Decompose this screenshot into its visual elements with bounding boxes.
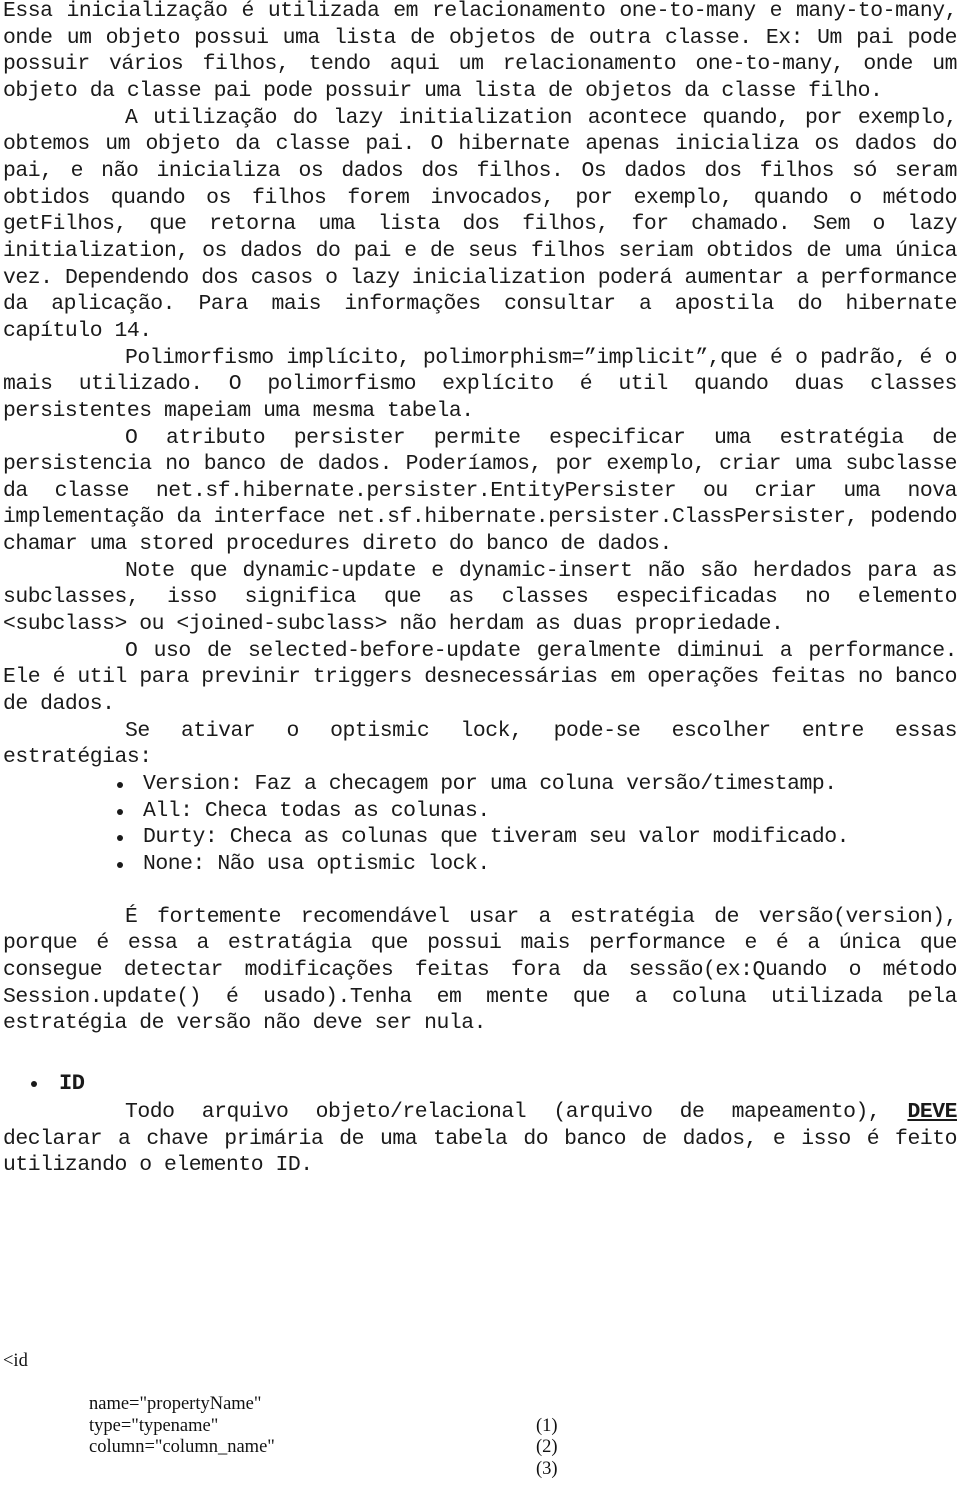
paragraph-selected-before-update: O uso de selected-before-update geralmen…	[3, 638, 957, 717]
bullet-icon	[117, 862, 123, 868]
paragraph-id-intro: Todo arquivo objeto/relacional (arquivo …	[3, 1099, 957, 1179]
section-heading-id: ID	[3, 1069, 957, 1099]
list-item: Version: Faz a checagem por uma coluna v…	[115, 771, 957, 798]
rest-text: declarar a chave primária de uma tabela …	[3, 1126, 957, 1178]
paragraph-one-to-many: Essa inicialização é utilizada em relaci…	[3, 0, 957, 103]
paragraph-optimistic-lock: Se ativar o optismic lock, pode-se escol…	[3, 718, 957, 770]
code-attribute: type="typename"	[89, 1415, 219, 1436]
emphasis-deve: DEVE	[907, 1099, 957, 1124]
code-line: column="column_name" (3)	[3, 1416, 558, 1479]
list-item-text: Durty: Checa as colunas que tiveram seu …	[143, 825, 850, 850]
lock-strategy-list: Version: Faz a checagem por uma coluna v…	[3, 771, 957, 878]
document-page: Essa inicialização é utilizada em relaci…	[3, 0, 957, 1179]
code-callout-number: (1)	[536, 1415, 558, 1436]
code-open-tag: <id	[3, 1351, 28, 1371]
list-item-text: Version: Faz a checagem por uma coluna v…	[143, 772, 837, 797]
list-item-text: None: Não usa optismic lock.	[143, 852, 490, 876]
bullet-icon	[117, 808, 123, 815]
intro-text: Todo arquivo objeto/relacional (arquivo …	[125, 1099, 881, 1124]
code-callout-number: (2)	[536, 1437, 558, 1457]
code-callout-number: (3)	[536, 1458, 558, 1479]
section-heading-text: ID	[59, 1070, 85, 1096]
paragraph-lazy-initialization: A utilização do lazy initialization acon…	[3, 105, 957, 343]
list-item-text: All: Checa todas as colunas.	[143, 798, 490, 823]
bullet-icon	[31, 1080, 37, 1087]
bullet-icon	[117, 782, 123, 789]
list-item: None: Não usa optismic lock.	[115, 851, 957, 878]
paragraph-polymorphism: Polimorfismo implícito, polimorphism=”im…	[3, 345, 957, 423]
paragraph-dynamic-update: Note que dynamic-update e dynamic-insert…	[3, 558, 957, 637]
code-line: name="propertyName" (1)	[3, 1373, 558, 1436]
list-item: Durty: Checa as colunas que tiveram seu …	[115, 824, 957, 851]
code-attribute: column="column_name"	[89, 1437, 275, 1457]
paragraph-persister: O atributo persister permite especificar…	[3, 425, 957, 557]
bullet-icon	[117, 835, 123, 842]
code-attribute: name="propertyName"	[89, 1394, 262, 1414]
paragraph-version-recommendation: É fortemente recomendável usar a estraté…	[3, 904, 957, 1036]
code-block-id-element: <id name="propertyName" (1) type="typena…	[3, 1351, 558, 1479]
code-line: type="typename" (2)	[3, 1394, 558, 1458]
list-item: All: Checa todas as colunas.	[115, 798, 957, 825]
